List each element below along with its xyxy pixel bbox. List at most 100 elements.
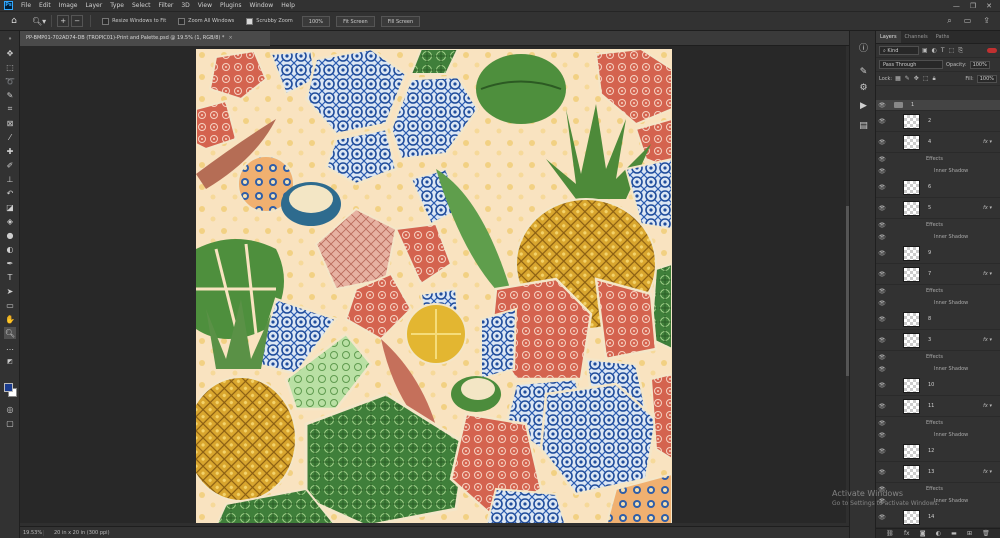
history-brush-tool-icon[interactable]: ↶ [4,187,16,199]
visibility-eye-icon[interactable]: 👁︎ [876,432,888,439]
maximize-icon[interactable]: ❐ [970,2,976,10]
new-layer-icon[interactable]: ⊞ [967,530,972,537]
layer-row[interactable]: 👁︎ 10 [876,375,1000,396]
layer-row[interactable]: 👁︎ 13 fx ▾ [876,462,1000,483]
canvas-artwork[interactable] [196,49,672,526]
effects-row[interactable]: 👁︎ Effects [876,351,1000,363]
visibility-eye-icon[interactable]: 👁︎ [876,184,888,191]
menu-edit[interactable]: Edit [35,0,55,11]
visibility-eye-icon[interactable]: 👁︎ [876,222,888,229]
marquee-tool-icon[interactable]: ⬚ [4,61,16,73]
zoom-tool-icon[interactable]: 🔍︎ [4,327,16,339]
crop-tool-icon[interactable]: ⌗ [4,103,16,115]
layer-effects-icon[interactable]: fx ▾ [983,469,992,475]
visibility-eye-icon[interactable]: 👁︎ [876,205,888,212]
menu-type[interactable]: Type [106,0,128,11]
visibility-eye-icon[interactable]: 👁︎ [876,354,888,361]
clone-source-icon[interactable]: ⚙ [857,81,870,94]
rectangle-tool-icon[interactable]: ▭ [4,299,16,311]
blur-tool-icon[interactable]: ● [4,229,16,241]
effects-row[interactable]: 👁︎ Effects [876,219,1000,231]
menu-3d[interactable]: 3D [177,0,193,11]
visibility-eye-icon[interactable]: 👁︎ [876,250,888,257]
paint-bucket-tool-icon[interactable]: ◈ [4,215,16,227]
effects-row[interactable]: 👁︎ Effects [876,285,1000,297]
tab-paths[interactable]: Paths [932,31,954,43]
adjustments-icon[interactable]: ▤ [857,119,870,132]
photoshop-logo[interactable]: Ps [4,1,13,10]
layer-effects-icon[interactable]: fx ▾ [983,205,992,211]
visibility-eye-icon[interactable]: 👁︎ [876,300,888,307]
dodge-tool-icon[interactable]: ◐ [4,243,16,255]
visibility-eye-icon[interactable]: 👁︎ [876,288,888,295]
more-tools-icon[interactable]: … [4,341,16,353]
eraser-tool-icon[interactable]: ◪ [4,201,16,213]
menu-layer[interactable]: Layer [81,0,106,11]
path-selection-tool-icon[interactable]: ➤ [4,285,16,297]
layer-group[interactable]: 👁︎ 1 [876,100,1000,111]
visibility-eye-icon[interactable]: 👁︎ [876,382,888,389]
visibility-eye-icon[interactable]: 👁︎ [876,168,888,175]
default-colors-icon[interactable]: ◩ [4,355,16,367]
menu-select[interactable]: Select [128,0,155,11]
visibility-eye-icon[interactable]: 👁︎ [876,139,888,146]
zoom-level[interactable]: 19.53% [20,529,44,536]
hand-tool-icon[interactable]: ✋ [4,313,16,325]
move-tool-icon[interactable]: ✥ [4,47,16,59]
effect-row[interactable]: 👁︎ Inner Shadow [876,165,1000,177]
layer-row[interactable]: 👁︎ 11 fx ▾ [876,396,1000,417]
zoom-in-icon[interactable]: + [57,15,70,27]
layer-row[interactable]: 👁︎ 3 fx ▾ [876,330,1000,351]
lock-paint-icon[interactable]: ✎ [905,75,910,83]
add-style-icon[interactable]: fx [904,530,910,537]
menu-filter[interactable]: Filter [155,0,178,11]
info-icon[interactable]: ⓘ [857,41,870,54]
visibility-eye-icon[interactable]: 👁︎ [876,234,888,241]
type-filter-icon[interactable]: T [941,47,945,55]
toolbar-collapse-icon[interactable]: » [4,33,16,45]
close-icon[interactable]: ✕ [986,2,992,10]
layer-row[interactable]: 👁︎ 4 fx ▾ [876,132,1000,153]
effect-row[interactable]: 👁︎ Inner Shadow [876,363,1000,375]
layer-effects-icon[interactable]: fx ▾ [983,139,992,145]
zoom-all-windows-checkbox[interactable]: Zoom All Windows [178,17,234,25]
share-icon[interactable]: ⇪ [983,16,990,26]
visibility-eye-icon[interactable]: 👁︎ [876,366,888,373]
pixel-filter-icon[interactable]: ▣ [922,47,928,55]
blend-mode-select[interactable]: Pass Through [879,60,943,69]
healing-brush-tool-icon[interactable]: ✚ [4,145,16,157]
add-mask-icon[interactable]: ◙ [920,530,926,537]
visibility-eye-icon[interactable]: 👁︎ [876,337,888,344]
layer-row[interactable]: 👁︎ 12 [876,441,1000,462]
layer-row[interactable]: 👁︎ 5 fx ▾ [876,198,1000,219]
layer-row[interactable]: 👁︎ 6 [876,177,1000,198]
resize-windows-checkbox[interactable]: Resize Windows to Fit [102,17,166,25]
minimize-icon[interactable]: — [953,2,960,10]
brush-settings-icon[interactable]: ✎ [857,65,870,78]
fit-screen-button[interactable]: Fit Screen [336,15,375,27]
filter-toggle[interactable] [987,48,997,53]
layer-effects-icon[interactable]: fx ▾ [983,403,992,409]
layer-row[interactable]: 👁︎ 7 fx ▾ [876,264,1000,285]
tab-layers[interactable]: Layers [876,31,901,43]
new-group-icon[interactable]: ▬ [951,530,957,537]
effect-row[interactable]: 👁︎ Inner Shadow [876,231,1000,243]
adjustment-filter-icon[interactable]: ◐ [932,47,937,55]
quick-selection-tool-icon[interactable]: ✎ [4,89,16,101]
menu-plugins[interactable]: Plugins [216,0,246,11]
delete-layer-icon[interactable]: 🗑︎ [982,530,990,537]
home-icon[interactable]: ⌂ [6,14,22,28]
layer-effects-icon[interactable]: fx ▾ [983,337,992,343]
eyedropper-tool-icon[interactable]: ⁄ [4,131,16,143]
menu-image[interactable]: Image [55,0,82,11]
menu-help[interactable]: Help [277,0,299,11]
checkbox-box[interactable] [178,17,186,25]
document-info[interactable]: 20 in x 20 in (300 ppi) [44,530,110,536]
zoom-tool-preset-icon[interactable]: 🔍︎▾ [32,17,46,26]
shape-filter-icon[interactable]: ⬚ [949,47,955,55]
visibility-eye-icon[interactable]: 👁︎ [876,403,888,410]
visibility-eye-icon[interactable]: 👁︎ [876,448,888,455]
effect-row[interactable]: 👁︎ Inner Shadow [876,297,1000,309]
visibility-eye-icon[interactable]: 👁︎ [876,316,888,323]
zoom-out-icon[interactable]: − [71,15,84,27]
